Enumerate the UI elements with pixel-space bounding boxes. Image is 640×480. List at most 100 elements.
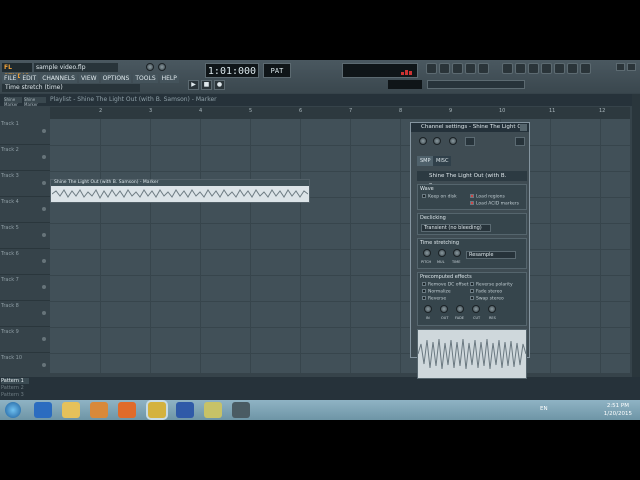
reverse-polarity-checkbox[interactable]: Reverse polarity <box>470 282 513 288</box>
playlist-grid[interactable] <box>50 119 630 373</box>
mute-icon[interactable] <box>42 259 46 263</box>
menu-help[interactable]: HELP <box>159 74 179 83</box>
mute-icon[interactable] <box>42 363 46 367</box>
track-header[interactable]: Track 2 <box>0 145 50 171</box>
load-regions-checkbox[interactable]: Load regions <box>470 194 505 200</box>
stretch-mode-dropdown[interactable]: Resample <box>466 251 516 259</box>
vertical-scrollbar[interactable] <box>632 94 640 377</box>
fx-fade-knob[interactable] <box>456 305 464 313</box>
menu-edit[interactable]: EDIT <box>20 74 39 83</box>
track-header[interactable]: Track 4 <box>0 197 50 223</box>
mute-icon[interactable] <box>42 233 46 237</box>
channel-icon[interactable] <box>515 137 525 146</box>
pitch-knob[interactable] <box>449 137 457 145</box>
folder-icon[interactable] <box>204 402 222 418</box>
mute-icon[interactable] <box>42 155 46 159</box>
fx-in-knob[interactable] <box>424 305 432 313</box>
ie-icon[interactable] <box>34 402 52 418</box>
stretch-mul-knob[interactable] <box>438 249 446 257</box>
record-settings-icon[interactable] <box>580 63 591 74</box>
tab-misc[interactable]: MISC <box>433 156 452 166</box>
mixer-icon[interactable] <box>478 63 489 74</box>
track-header[interactable]: Track 8 <box>0 301 50 327</box>
stop-icon[interactable]: ■ <box>201 80 212 90</box>
fx-out-knob[interactable] <box>440 305 448 313</box>
keep-on-disk-checkbox[interactable]: Keep on disk <box>422 194 457 200</box>
windows-taskbar: EN 2:51 PM 1/20/2015 <box>0 400 640 420</box>
track-header[interactable]: Track 6 <box>0 249 50 275</box>
piano-roll-icon[interactable] <box>452 63 463 74</box>
normalize-checkbox[interactable]: Normalize <box>422 289 451 295</box>
pattern-item[interactable]: Pattern 3 <box>1 392 24 398</box>
menu-channels[interactable]: CHANNELS <box>40 74 77 83</box>
step-sequencer-icon[interactable] <box>439 63 450 74</box>
master-pitch-knob[interactable] <box>158 63 166 71</box>
search-icon[interactable] <box>554 63 565 74</box>
record-icon[interactable]: ● <box>214 80 225 90</box>
pattern-item[interactable]: Pattern 1 <box>1 378 29 384</box>
tab-sample[interactable]: SMP <box>417 156 434 166</box>
media-player-icon[interactable] <box>90 402 108 418</box>
mute-icon[interactable] <box>42 207 46 211</box>
minimize-icon[interactable] <box>616 63 625 71</box>
fx-res-knob[interactable] <box>488 305 496 313</box>
sample-name-field[interactable]: Shine The Light Out (with B. Samso... <box>417 171 527 189</box>
close-icon[interactable] <box>520 124 527 131</box>
track-header[interactable]: Track 5 <box>0 223 50 249</box>
fade-stereo-checkbox[interactable]: Fade stereo <box>470 289 502 295</box>
link-icon[interactable] <box>528 63 539 74</box>
language-indicator[interactable]: EN <box>540 406 548 412</box>
stretch-time-knob[interactable] <box>453 249 461 257</box>
fl-studio-taskbar-icon[interactable] <box>148 402 166 418</box>
playlist-tab-2[interactable]: Shine Marker <box>24 97 46 107</box>
track-header[interactable]: Track 3 <box>0 171 50 197</box>
system-clock[interactable]: 2:51 PM 1/20/2015 <box>604 402 632 418</box>
declicking-dropdown[interactable]: Transient (no bleeding) <box>421 224 491 232</box>
word-icon[interactable] <box>176 402 194 418</box>
track-header[interactable]: Track 9 <box>0 327 50 353</box>
pan-knob[interactable] <box>419 137 427 145</box>
gear-icon[interactable] <box>515 63 526 74</box>
playlist-tab-1[interactable]: Shine Marker <box>4 97 22 107</box>
mute-icon[interactable] <box>42 311 46 315</box>
menu-file[interactable]: FILE <box>2 74 19 83</box>
plugin-icon[interactable] <box>567 63 578 74</box>
timeline-ruler[interactable]: 2 3 4 5 6 7 8 9 10 11 12 <box>50 107 630 119</box>
browser-icon[interactable] <box>465 63 476 74</box>
cd-icon[interactable] <box>502 63 513 74</box>
track-header[interactable]: Track 1 <box>0 119 50 145</box>
menu-view[interactable]: VIEW <box>78 74 99 83</box>
menu-tools[interactable]: TOOLS <box>133 74 158 83</box>
load-acid-checkbox[interactable]: Load ACID markers <box>470 201 519 207</box>
mute-icon[interactable] <box>42 337 46 341</box>
maximize-icon[interactable] <box>627 63 636 71</box>
camera-icon[interactable] <box>232 402 250 418</box>
mute-icon[interactable] <box>42 181 46 185</box>
master-volume-knob[interactable] <box>146 63 154 71</box>
playlist-icon[interactable] <box>426 63 437 74</box>
volume-knob[interactable] <box>433 137 441 145</box>
stretch-pitch-knob[interactable] <box>423 249 431 257</box>
explorer-icon[interactable] <box>62 402 80 418</box>
fx-cut-knob[interactable] <box>472 305 480 313</box>
reverse-checkbox[interactable]: Reverse <box>422 296 446 302</box>
export-icon[interactable] <box>541 63 552 74</box>
fx-track-selector[interactable] <box>465 137 475 146</box>
track-header[interactable]: Track 7 <box>0 275 50 301</box>
firefox-icon[interactable] <box>118 402 136 418</box>
mute-icon[interactable] <box>42 129 46 133</box>
audio-clip[interactable]: Shine The Light Out (with B. Samson) - M… <box>50 179 310 203</box>
menu-options[interactable]: OPTIONS <box>100 74 132 83</box>
remove-dc-checkbox[interactable]: Remove DC offset <box>422 282 468 288</box>
start-button[interactable] <box>5 402 21 418</box>
channel-settings-title[interactable]: Channel settings - Shine The Light O... <box>411 123 529 132</box>
play-icon[interactable]: ▶ <box>188 80 199 90</box>
time-knob-label: TIME <box>452 260 461 264</box>
swap-stereo-checkbox[interactable]: Swap stereo <box>470 296 504 302</box>
sample-waveform-preview[interactable] <box>417 329 527 379</box>
main-menu: FILE EDIT CHANNELS VIEW OPTIONS TOOLS HE… <box>2 74 179 83</box>
pattern-mode-display[interactable]: PAT <box>263 63 291 78</box>
mute-icon[interactable] <box>42 285 46 289</box>
track-header[interactable]: Track 10 <box>0 353 50 379</box>
pattern-item[interactable]: Pattern 2 <box>1 385 24 391</box>
